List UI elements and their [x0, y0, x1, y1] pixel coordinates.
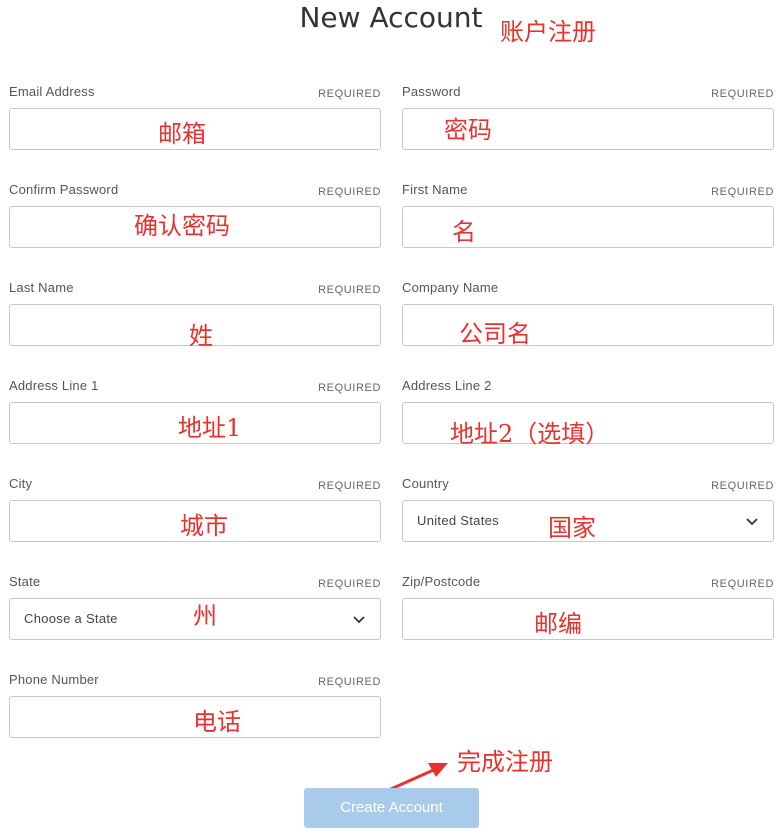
last-name-required-badge: REQUIRED [318, 284, 381, 296]
first-name-required-badge: REQUIRED [711, 186, 774, 198]
new-account-page: New Account 账户注册 Email Address REQUIRED … [0, 0, 777, 836]
password-required-badge: REQUIRED [711, 88, 774, 100]
confirm-password-required-badge: REQUIRED [318, 186, 381, 198]
create-account-button[interactable]: Create Account [304, 788, 479, 828]
zip-annotation: 邮编 [534, 610, 582, 638]
email-annotation: 邮箱 [158, 120, 206, 148]
phone-required-badge: REQUIRED [318, 676, 381, 688]
page-title: New Account [299, 1, 483, 34]
phone-label: Phone Number [9, 672, 99, 687]
zip-required-badge: REQUIRED [711, 578, 774, 590]
city-annotation: 城市 [180, 512, 228, 540]
phone-annotation: 电话 [193, 708, 241, 736]
state-selected-value: Choose a State [24, 611, 118, 626]
email-label: Email Address [9, 84, 95, 99]
email-required-badge: REQUIRED [318, 88, 381, 100]
last-name-annotation: 姓 [189, 322, 213, 350]
password-label: Password [402, 84, 461, 99]
password-annotation: 密码 [444, 116, 492, 144]
address-line-1-annotation: 地址1 [178, 414, 242, 442]
title-annotation: 账户注册 [500, 18, 596, 46]
address-line-1-required-badge: REQUIRED [318, 382, 381, 394]
confirm-password-annotation: 确认密码 [134, 212, 230, 240]
company-name-label: Company Name [402, 280, 499, 295]
country-label: Country [402, 476, 449, 491]
city-label: City [9, 476, 33, 491]
zip-input[interactable] [403, 599, 773, 639]
first-name-label: First Name [402, 182, 468, 197]
address-line-2-label: Address Line 2 [402, 378, 492, 393]
company-name-input-box[interactable] [402, 304, 774, 346]
country-selected-value: United States [417, 513, 499, 528]
country-annotation: 国家 [548, 514, 596, 542]
address-line-2-annotation: 地址2（选填） [450, 420, 610, 448]
state-annotation: 州 [193, 602, 217, 630]
last-name-label: Last Name [9, 280, 74, 295]
city-required-badge: REQUIRED [318, 480, 381, 492]
state-label: State [9, 574, 41, 589]
zip-label: Zip/Postcode [402, 574, 481, 589]
chevron-down-icon [746, 518, 758, 526]
zip-input-box[interactable] [402, 598, 774, 640]
state-required-badge: REQUIRED [318, 578, 381, 590]
company-name-annotation: 公司名 [459, 320, 531, 348]
first-name-annotation: 名 [452, 218, 476, 246]
confirm-password-label: Confirm Password [9, 182, 119, 197]
chevron-down-icon [353, 616, 365, 624]
country-required-badge: REQUIRED [711, 480, 774, 492]
submit-annotation: 完成注册 [457, 748, 553, 776]
address-line-1-label: Address Line 1 [9, 378, 99, 393]
